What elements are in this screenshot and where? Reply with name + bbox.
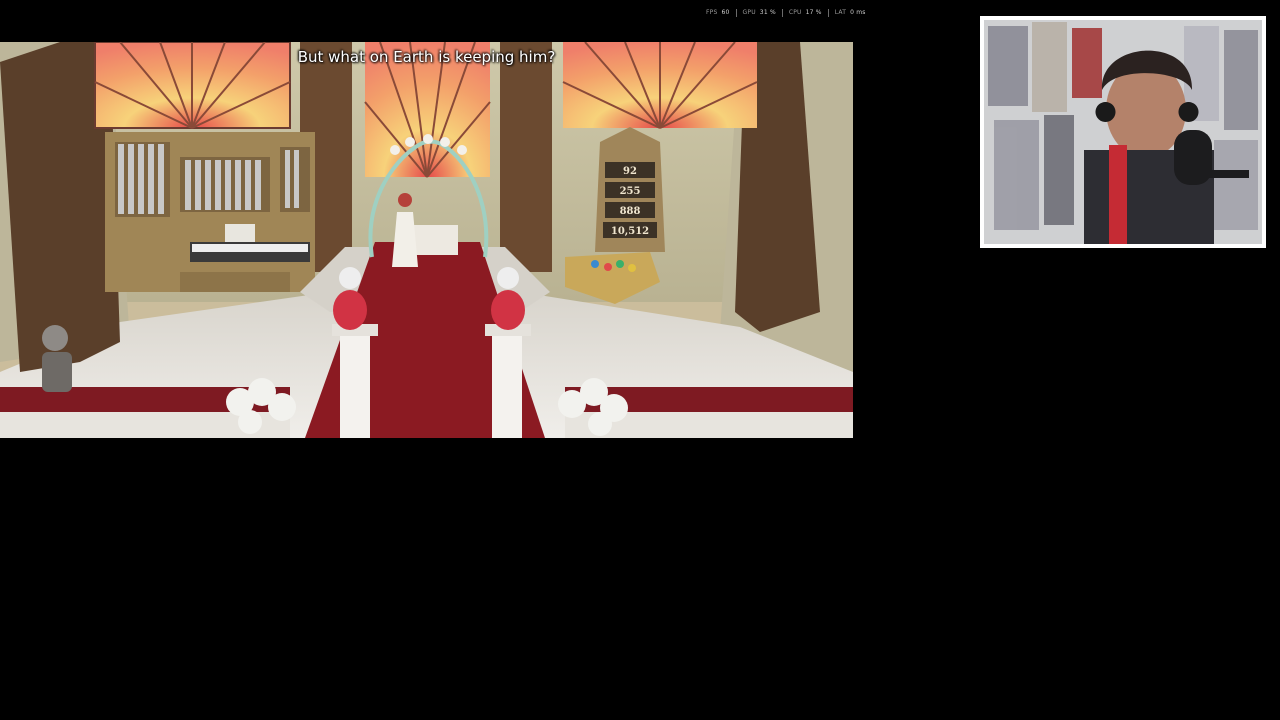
game-viewport[interactable]: 92 255 888 10,512 But what on Earth is k… xyxy=(0,42,853,438)
cpu-value: 17 % xyxy=(805,9,822,16)
microphone xyxy=(1174,130,1212,185)
center-right-pillar xyxy=(500,42,552,272)
chapel-scene: 92 255 888 10,512 xyxy=(0,42,853,438)
hymn-board: 92 255 888 10,512 xyxy=(595,127,665,252)
hymn-number-1: 92 xyxy=(623,166,637,177)
hymn-number-3: 888 xyxy=(620,206,641,217)
altar-table xyxy=(413,225,458,255)
performance-overlay: FPS 60 GPU 31 % CPU 17 % LAT 0 ms xyxy=(700,8,872,18)
cpu-stat: CPU 17 % xyxy=(783,9,829,17)
gpu-stat: GPU 31 % xyxy=(737,9,783,17)
pipe-organ xyxy=(105,132,315,292)
webcam-overlay xyxy=(980,16,1266,248)
fps-value: 60 xyxy=(721,9,730,16)
seated-guest-character xyxy=(42,325,72,392)
lat-value: 0 ms xyxy=(850,9,866,16)
dialogue-subtitle: But what on Earth is keeping him? xyxy=(297,48,556,66)
hymn-number-4: 10,512 xyxy=(611,226,649,237)
webcam-feed xyxy=(984,20,1262,244)
hymn-number-2: 255 xyxy=(620,186,641,197)
lat-stat: LAT 0 ms xyxy=(829,9,872,17)
gpu-label: GPU xyxy=(742,9,756,16)
fps-stat: FPS 60 xyxy=(700,9,737,17)
streamer-webcam-feed xyxy=(984,20,1262,244)
fps-label: FPS xyxy=(706,9,718,16)
cpu-label: CPU xyxy=(788,9,802,16)
lat-label: LAT xyxy=(834,9,847,16)
gpu-value: 31 % xyxy=(759,9,776,16)
